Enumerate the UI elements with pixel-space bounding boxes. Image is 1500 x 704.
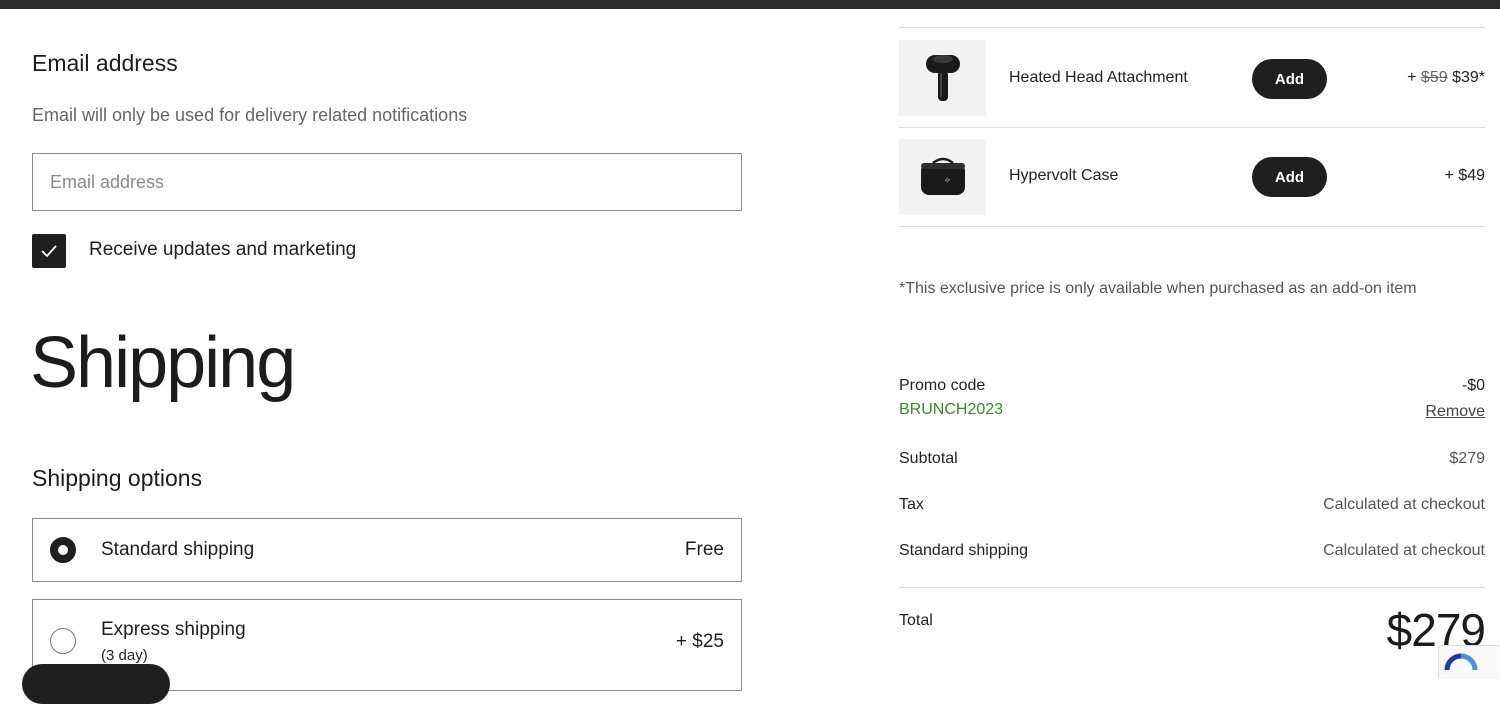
divider <box>899 27 1485 28</box>
tax-label: Tax <box>899 496 924 513</box>
original-price: $59 <box>1420 69 1448 86</box>
carry-case-icon <box>920 157 965 195</box>
shipping-option-standard[interactable]: Standard shipping Free <box>32 518 742 582</box>
shipping-option-label: Express shipping <box>101 619 246 640</box>
promo-code-label: Promo code <box>899 377 986 394</box>
top-bar <box>0 0 1500 9</box>
email-input[interactable] <box>32 153 742 211</box>
shipping-options-heading: Shipping options <box>32 465 203 491</box>
divider <box>899 226 1485 227</box>
addon-disclaimer: *This exclusive price is only available … <box>899 280 1417 297</box>
tax-value: Calculated at checkout <box>1323 496 1485 513</box>
massage-head-icon <box>925 55 960 101</box>
marketing-checkbox[interactable] <box>32 234 66 268</box>
sale-price: $49 <box>1458 167 1485 184</box>
email-helper-text: Email will only be used for delivery rel… <box>32 105 468 125</box>
checkmark-icon <box>41 245 57 258</box>
promo-discount-value: -$0 <box>1461 377 1485 394</box>
addon-price: + $59 $39* <box>1407 69 1485 87</box>
shipping-option-price: Free <box>684 539 724 560</box>
remove-promo-link[interactable]: Remove <box>1425 403 1485 421</box>
recaptcha-icon <box>1444 653 1478 671</box>
addon-price: + $49 <box>1445 167 1486 185</box>
subtotal-value: $279 <box>1449 450 1485 467</box>
shipping-option-sublabel: (3 day) <box>101 647 148 664</box>
email-section-title: Email address <box>32 50 178 76</box>
addon-name: Hypervolt Case <box>1009 167 1119 184</box>
subtotal-label: Subtotal <box>899 450 958 467</box>
price-prefix: + <box>1407 69 1421 86</box>
total-label: Total <box>899 612 933 629</box>
addon-name: Heated Head Attachment <box>1009 69 1188 86</box>
addon-thumbnail <box>899 139 986 215</box>
add-button[interactable]: Add <box>1252 59 1327 99</box>
floating-chat-button[interactable] <box>22 664 170 704</box>
radio-selected[interactable] <box>50 537 76 563</box>
shipping-option-price: + $25 <box>675 631 724 652</box>
price-prefix: + <box>1444 167 1459 184</box>
shipping-heading: Shipping <box>30 323 296 403</box>
shipping-summary-value: Calculated at checkout <box>1323 542 1485 559</box>
shipping-summary-label: Standard shipping <box>899 542 1028 559</box>
radio-unselected[interactable] <box>50 628 76 654</box>
marketing-checkbox-label[interactable]: Receive updates and marketing <box>89 239 356 261</box>
promo-code-value: BRUNCH2023 <box>899 401 1004 418</box>
divider <box>899 587 1485 588</box>
sale-price: $39* <box>1452 69 1485 86</box>
addon-thumbnail <box>899 40 986 116</box>
shipping-option-label: Standard shipping <box>101 539 255 560</box>
divider <box>899 127 1485 128</box>
add-button[interactable]: Add <box>1252 157 1327 197</box>
recaptcha-badge[interactable] <box>1438 645 1500 679</box>
